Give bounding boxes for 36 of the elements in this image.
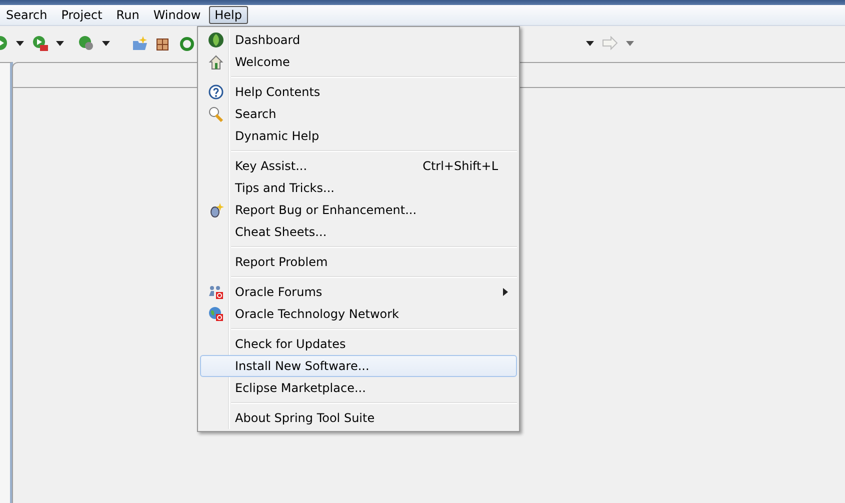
dropdown-icon[interactable] [56,40,64,46]
menu-item[interactable]: Dashboard [200,29,517,51]
menu-item[interactable]: Project [55,6,108,24]
menu-item[interactable]: Oracle Forums [200,281,517,303]
run-tool-icon[interactable] [32,35,48,51]
dropdown-icon[interactable] [586,40,594,46]
leaf-icon [208,32,224,48]
menu-item[interactable]: Search [200,103,517,125]
folder-icon[interactable] [132,35,148,51]
house-icon [208,54,224,70]
dropdown-icon[interactable] [102,40,110,46]
menu-item[interactable]: Dynamic Help [200,125,517,147]
dropdown-icon[interactable] [16,40,24,46]
menu-item[interactable]: Check for Updates [200,333,517,355]
menu-item[interactable]: Report Bug or Enhancement... [200,199,517,221]
menu-item[interactable]: Help Contents [200,81,517,103]
menu-item[interactable]: Eclipse Marketplace... [200,377,517,399]
bug-icon [208,202,224,218]
menu-item[interactable]: Window [147,6,207,24]
search-icon [208,106,224,122]
menu-item[interactable]: Tips and Tricks... [200,177,517,199]
globe-icon [208,306,224,322]
people-icon [208,284,224,300]
menu-item[interactable]: Install New Software... [200,355,517,377]
refresh-icon[interactable] [180,35,196,51]
menu-item[interactable]: Run [110,6,146,24]
menu-item[interactable]: Welcome [200,51,517,73]
menu-item[interactable]: Cheat Sheets... [200,221,517,243]
menu-item[interactable]: Search [0,6,54,24]
run-gear-icon[interactable] [78,35,94,51]
menu-item[interactable]: Report Problem [200,251,517,273]
help-icon [208,84,224,100]
menu-item[interactable]: Help [208,6,248,24]
menu-item[interactable]: Key Assist... Ctrl+Shift+L [200,155,517,177]
menu-item[interactable]: About Spring Tool Suite [200,407,517,429]
menu-item[interactable]: Oracle Technology Network [200,303,517,325]
